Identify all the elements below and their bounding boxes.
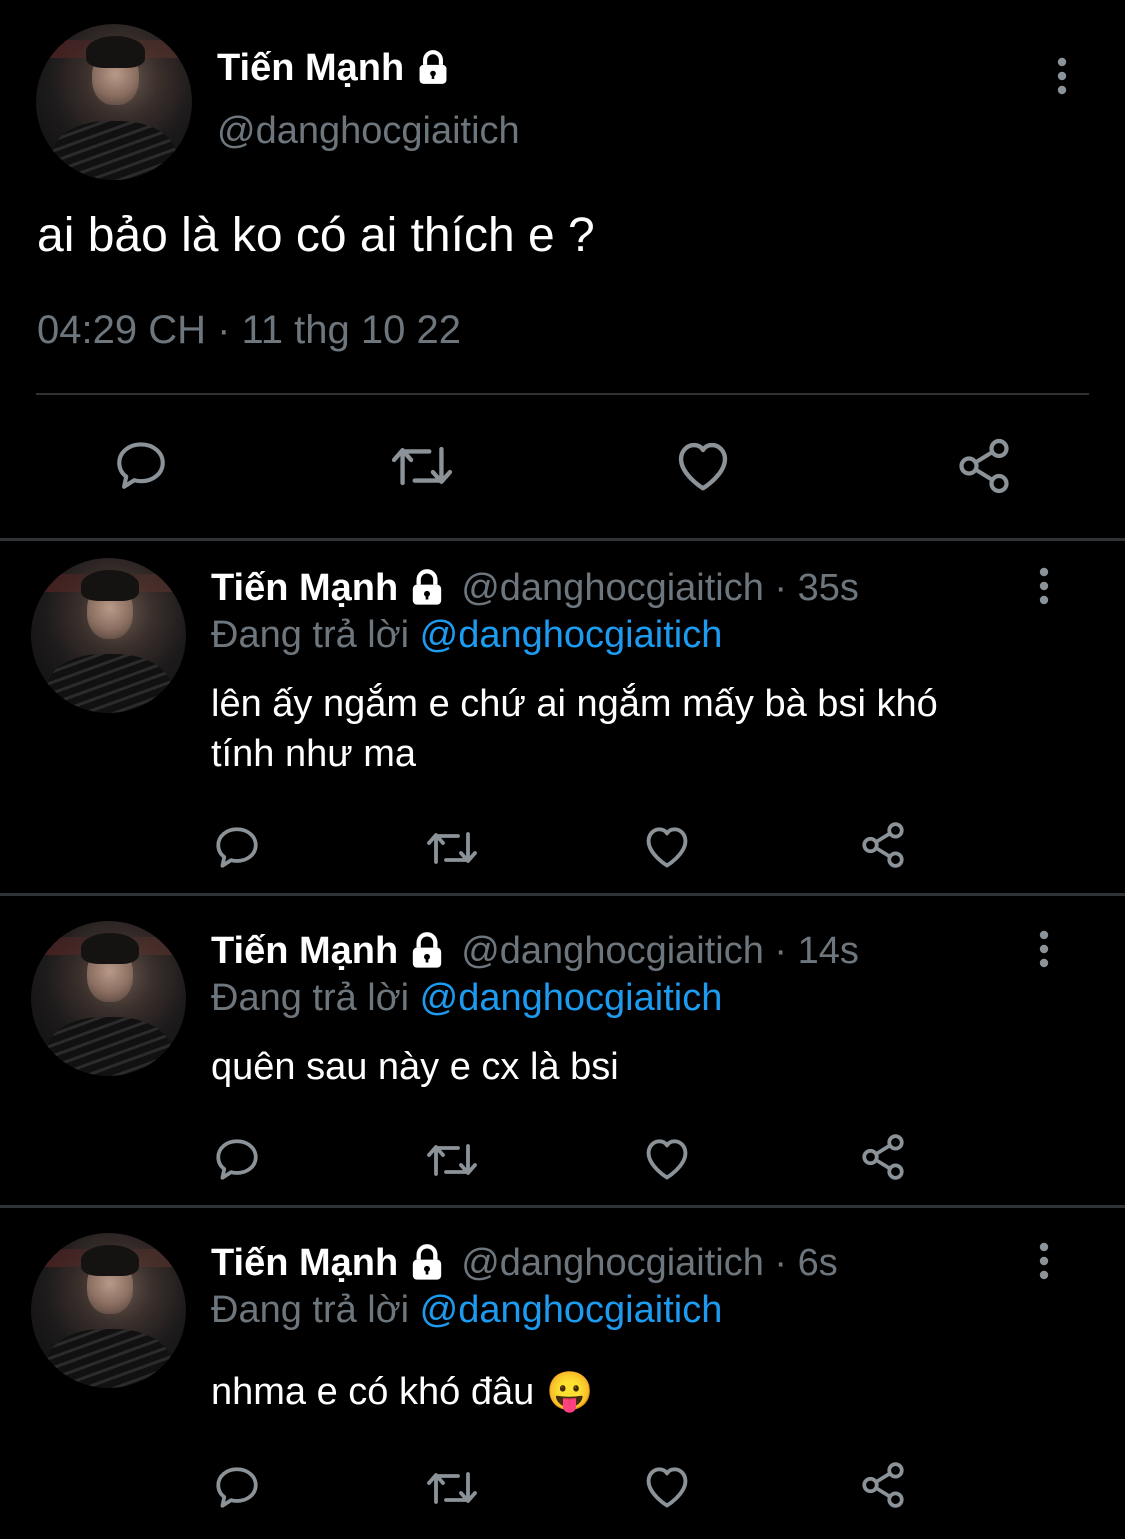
retweet-icon[interactable] xyxy=(424,824,480,872)
avatar[interactable] xyxy=(31,558,186,713)
share-icon[interactable] xyxy=(858,1132,908,1182)
divider xyxy=(36,393,1089,395)
share-icon[interactable] xyxy=(858,1460,908,1510)
replying-prefix: Đang trả lời xyxy=(211,614,410,656)
more-icon[interactable] xyxy=(1032,1241,1056,1281)
lock-icon xyxy=(407,1243,447,1283)
reply-text-line: nhma e có khó đâu xyxy=(211,1370,535,1413)
display-name[interactable]: Tiến Mạnh xyxy=(217,47,404,90)
display-name[interactable]: Tiến Mạnh xyxy=(211,1242,398,1285)
replying-to-line: Đang trả lời @danghocgiaitich xyxy=(211,614,722,657)
replying-to-line: Đang trả lời @danghocgiaitich xyxy=(211,977,722,1020)
author-row: Tiến Mạnh xyxy=(217,40,452,96)
replying-prefix: Đang trả lời xyxy=(211,977,410,1019)
handle[interactable]: @danghocgiaitich xyxy=(217,110,520,153)
replying-to-line: Đang trả lời @danghocgiaitich xyxy=(211,1289,722,1332)
reply-header: Tiến Mạnh @danghocgiaitich · 6s xyxy=(211,1237,838,1289)
replying-to-link[interactable]: @danghocgiaitich xyxy=(420,1289,723,1331)
divider xyxy=(0,893,1125,896)
handle-time[interactable]: @danghocgiaitich · 35s xyxy=(461,567,859,610)
handle-time[interactable]: @danghocgiaitich · 6s xyxy=(461,1242,838,1285)
reply-header: Tiến Mạnh @danghocgiaitich · 35s xyxy=(211,562,859,614)
tweet-text: ai bảo là ko có ai thích e ? xyxy=(37,209,595,262)
retweet-icon[interactable] xyxy=(388,436,456,496)
handle-time[interactable]: @danghocgiaitich · 14s xyxy=(461,930,859,973)
lock-icon xyxy=(414,49,452,87)
replying-prefix: Đang trả lời xyxy=(211,1289,410,1331)
like-icon[interactable] xyxy=(672,436,734,494)
tongue-emoji: 😛 xyxy=(546,1371,594,1413)
divider xyxy=(0,538,1125,541)
reply-text-line: tính như ma xyxy=(211,733,416,775)
display-name[interactable]: Tiến Mạnh xyxy=(211,567,398,610)
share-icon[interactable] xyxy=(858,820,908,870)
display-name[interactable]: Tiến Mạnh xyxy=(211,930,398,973)
divider xyxy=(0,1205,1125,1208)
more-icon[interactable] xyxy=(1032,566,1056,606)
like-icon[interactable] xyxy=(641,1134,693,1182)
retweet-icon[interactable] xyxy=(424,1136,480,1184)
retweet-icon[interactable] xyxy=(424,1464,480,1512)
share-icon[interactable] xyxy=(954,436,1014,496)
reply-header: Tiến Mạnh @danghocgiaitich · 14s xyxy=(211,925,859,977)
reply-icon[interactable] xyxy=(212,1462,262,1512)
replying-to-link[interactable]: @danghocgiaitich xyxy=(420,614,723,656)
reply-text-line: lên ấy ngắm e chứ ai ngắm mấy bà bsi khó xyxy=(211,683,938,725)
tweet-timestamp[interactable]: 04:29 CH · 11 thg 10 22 xyxy=(37,308,461,353)
like-icon[interactable] xyxy=(641,1462,693,1510)
reply-icon[interactable] xyxy=(212,1134,262,1184)
lock-icon xyxy=(407,568,447,608)
reply-text-row: nhma e có khó đâu 😛 xyxy=(211,1370,594,1414)
more-icon[interactable] xyxy=(1050,56,1074,96)
lock-icon xyxy=(407,931,447,971)
reply-icon[interactable] xyxy=(212,822,262,872)
avatar[interactable] xyxy=(31,921,186,1076)
reply-icon[interactable] xyxy=(112,436,170,494)
more-icon[interactable] xyxy=(1032,929,1056,969)
avatar[interactable] xyxy=(36,24,192,180)
avatar[interactable] xyxy=(31,1233,186,1388)
like-icon[interactable] xyxy=(641,822,693,870)
replying-to-link[interactable]: @danghocgiaitich xyxy=(420,977,723,1019)
reply-text-line: quên sau này e cx là bsi xyxy=(211,1046,619,1088)
